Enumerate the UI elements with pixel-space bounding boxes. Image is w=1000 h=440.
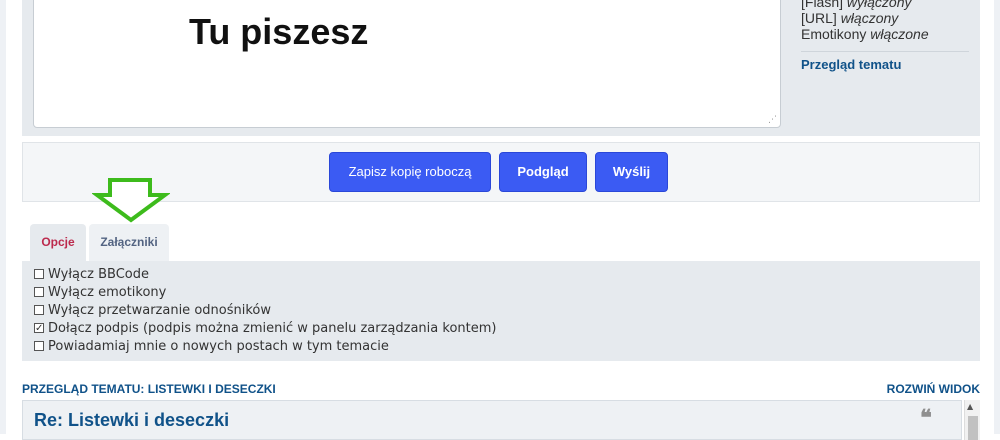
option-label: Wyłącz przetwarzanie odnośników	[48, 303, 271, 318]
option-label: Dołącz podpis (podpis można zmienić w pa…	[48, 321, 497, 336]
option-notify-replies[interactable]: Powiadamiaj mnie o nowych postach w tym …	[34, 339, 389, 355]
tab-attachments[interactable]: Załączniki	[89, 224, 169, 261]
scroll-thumb[interactable]	[968, 416, 978, 440]
quote-icon[interactable]: ❝	[920, 407, 932, 429]
status-emoticons: Emotikony włączone	[801, 26, 969, 42]
option-attach-signature[interactable]: Dołącz podpis (podpis można zmienić w pa…	[34, 321, 496, 337]
resize-grip-icon[interactable]: ⋰	[768, 116, 777, 125]
preview-button[interactable]: Podgląd	[499, 152, 587, 192]
message-textarea[interactable]: Tu piszesz ⋰	[33, 0, 781, 128]
down-arrow-icon	[92, 178, 170, 223]
status-emoticons-label: Emotikony	[801, 26, 867, 42]
topic-review-link[interactable]: Przegląd tematu	[801, 57, 901, 72]
status-flash: [Flash] wyłączony	[801, 0, 969, 10]
option-label: Powiadamiaj mnie o nowych postach w tym …	[48, 339, 389, 354]
checkbox[interactable]	[34, 269, 44, 279]
status-flash-value: wyłączony	[846, 0, 912, 10]
status-emoticons-value: włączone	[870, 26, 929, 42]
option-label: Wyłącz emotikony	[48, 285, 167, 300]
checkbox-checked[interactable]	[34, 321, 44, 337]
page: Tu piszesz ⋰ [Flash] wyłączony [URL] włą…	[0, 0, 1000, 440]
scroll-up-icon[interactable]: ▲	[967, 402, 973, 411]
status-divider	[801, 51, 969, 52]
tab-options[interactable]: Opcje	[30, 224, 86, 261]
status-url-label: [URL]	[801, 10, 837, 26]
topic-review-title: PRZEGLĄD TEMATU: LISTEWKI I DESECZKI	[22, 382, 276, 396]
option-disable-links[interactable]: Wyłącz przetwarzanie odnośników	[34, 303, 271, 319]
save-draft-button[interactable]: Zapisz kopię roboczą	[329, 152, 491, 192]
post-status-panel: [Flash] wyłączony [URL] włączony Emotiko…	[801, 0, 969, 42]
checkbox[interactable]	[34, 305, 44, 315]
option-label: Wyłącz BBCode	[48, 267, 149, 282]
message-text: Tu piszesz	[189, 11, 369, 52]
status-url: [URL] włączony	[801, 10, 969, 26]
option-disable-emoticons[interactable]: Wyłącz emotikony	[34, 285, 166, 301]
review-post-title[interactable]: Re: Listewki i deseczki	[34, 410, 229, 431]
status-flash-label: [Flash]	[801, 0, 844, 10]
checkbox[interactable]	[34, 287, 44, 297]
right-edge	[994, 0, 1000, 434]
send-button[interactable]: Wyślij	[595, 152, 668, 192]
left-edge	[0, 0, 6, 434]
status-url-value: włączony	[840, 10, 899, 26]
checkbox[interactable]	[34, 341, 44, 351]
option-disable-bbcode[interactable]: Wyłącz BBCode	[34, 267, 149, 283]
expand-view-link[interactable]: ROZWIŃ WIDOK	[887, 382, 980, 396]
